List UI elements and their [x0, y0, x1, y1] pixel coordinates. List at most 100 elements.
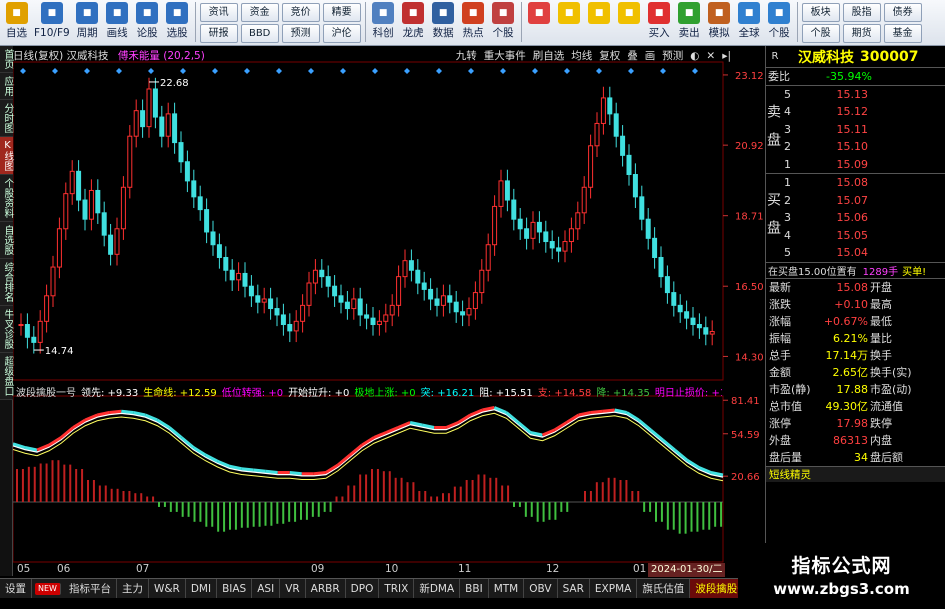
book-row[interactable]: 2 15.10	[766, 138, 945, 156]
book-row[interactable]: 4 15.12	[766, 103, 945, 121]
left-tab[interactable]: K线图	[0, 137, 13, 175]
toolbar-button-data[interactable]: ■ 数据	[429, 2, 458, 44]
toolbar-button-stock[interactable]: ■ 个股	[765, 2, 794, 44]
book-row[interactable]: 1 15.09	[766, 156, 945, 174]
chart-tool-button[interactable]: ✕	[706, 50, 715, 62]
book-row[interactable]: 1 15.08	[766, 174, 945, 192]
short-line-spirit-tab[interactable]: 短线精灵	[766, 465, 945, 482]
left-tab[interactable]: 个股资料	[0, 175, 13, 222]
toolbar-button-select[interactable]: ■ 选股	[163, 2, 192, 44]
indicator-tab[interactable]: SAR	[558, 579, 590, 598]
left-tab[interactable]: 自选股	[0, 222, 13, 259]
book-row[interactable]: 5 15.04	[766, 244, 945, 262]
candle-body	[684, 311, 690, 319]
chart-tool-button[interactable]: 画	[645, 50, 656, 62]
left-tab[interactable]: 应用	[0, 73, 13, 100]
toolbar-small-button[interactable]: 研报	[199, 24, 238, 43]
book-row[interactable]: 5 15.13	[766, 86, 945, 104]
indicator-tab[interactable]: 新DMA	[414, 579, 461, 598]
indicator-tab[interactable]: 设置	[0, 579, 32, 598]
trend-segment	[673, 448, 688, 462]
indicator-tab[interactable]: 主力	[117, 579, 149, 598]
book-row[interactable]: 3 15.06	[766, 209, 945, 227]
chart-area[interactable]: 23.12 20.92 18.71 16.50 14.30 22.68 14.74 81.41…	[13, 46, 765, 566]
indicator-value: 突: +16.21	[420, 388, 475, 399]
candle-body	[82, 199, 88, 220]
chart-tool-button[interactable]: 重大事件	[484, 50, 526, 62]
toolbar-button-globe[interactable]: ■ 全球	[735, 2, 764, 44]
book-row[interactable]: 4 15.05	[766, 227, 945, 245]
chart-tool-button[interactable]: 刷自选	[533, 50, 565, 62]
toolbar-button-buy[interactable]: ■ 买入	[645, 2, 674, 44]
r-badge[interactable]: R	[766, 51, 784, 62]
kline-chart[interactable]: 23.12 20.92 18.71 16.50 14.30 22.68 14.74 81.41…	[13, 46, 765, 563]
toolbar-button-kechuang[interactable]: ■ 科创	[369, 2, 398, 44]
toolbar-small-button[interactable]: 预测	[281, 24, 320, 43]
toolbar-small-button[interactable]: 期货	[842, 24, 881, 43]
candle-body	[652, 237, 658, 258]
indicator-tab[interactable]: OBV	[524, 579, 558, 598]
toolbar-button-star[interactable]: ■ 自选	[2, 2, 31, 44]
toolbar-small-button[interactable]: 基金	[883, 24, 922, 43]
toolbar-small-button[interactable]: 债券	[883, 3, 922, 22]
book-row[interactable]: 3 15.11	[766, 121, 945, 139]
chart-tool-button[interactable]: ▸|	[722, 50, 731, 62]
toolbar-small-button[interactable]: 股指	[842, 3, 881, 22]
chart-tool-button[interactable]: ◐	[690, 50, 699, 62]
left-tab[interactable]: 综合排名	[0, 259, 13, 306]
toolbar-button-hammer[interactable]: ■ 模拟	[705, 2, 734, 44]
chart-tool-button[interactable]: 九转	[456, 50, 477, 62]
indicator-tab[interactable]: ARBR	[306, 579, 346, 598]
chart-tool-button[interactable]: 预测	[662, 50, 683, 62]
indicator-tab[interactable]: VR	[280, 579, 306, 598]
indicator-tab[interactable]: MTM	[489, 579, 525, 598]
left-tab[interactable]: 牛叉诊股	[0, 306, 13, 353]
indicator-tab[interactable]: EXPMA	[590, 579, 638, 598]
chart-tool-button[interactable]: 叠	[627, 50, 638, 62]
indicator-tab[interactable]: ASI	[252, 579, 281, 598]
indicator-tab[interactable]: TRIX	[379, 579, 415, 598]
indicator-tab[interactable]: BBI	[460, 579, 489, 598]
indicator-tab[interactable]: W&R	[149, 579, 186, 598]
chart-tool-button[interactable]: 均线	[571, 50, 592, 62]
order-message[interactable]: 在买盘15.00位置有 1289手 买单!	[766, 263, 945, 279]
toolbar-button-sell[interactable]: ■ 卖出	[675, 2, 704, 44]
toolbar-button-cycle[interactable]: ■ 周期	[73, 2, 102, 44]
toolbar-button-f10[interactable]: ■ F10/F9	[32, 2, 72, 44]
left-tab[interactable]: 首页	[0, 46, 13, 73]
left-tab[interactable]: 超级盘口	[0, 353, 13, 400]
candle-body	[108, 234, 114, 255]
toolbar-small-button[interactable]: 沪伦	[322, 24, 361, 43]
toolbar-button-arrow-up[interactable]: ■	[585, 2, 614, 44]
toolbar-button-label: 数据	[432, 27, 454, 39]
indicator-tab[interactable]: 指标平台	[64, 579, 117, 598]
book-row[interactable]: 2 15.07	[766, 192, 945, 210]
toolbar-button-dragon[interactable]: ■ 龙虎	[399, 2, 428, 44]
toolbar-button-discuss[interactable]: ■ 论股	[133, 2, 162, 44]
toolbar-button-hot[interactable]: ■ 热点	[459, 2, 488, 44]
indicator-value: 明日止损价: +15.15	[654, 388, 722, 399]
left-tab[interactable]: 分时图	[0, 100, 13, 137]
indicator-tab[interactable]: 旗氏估值	[637, 579, 691, 598]
chart-tool-button[interactable]: 复权	[599, 50, 620, 62]
toolbar-small-button[interactable]: BBD	[240, 24, 279, 43]
toolbar-small-button[interactable]: 个股	[801, 24, 840, 43]
indicator-tab[interactable]: DMI	[186, 579, 218, 598]
toolbar-small-button[interactable]: 竞价	[281, 3, 320, 22]
toolbar-button-stock[interactable]: ■ 个股	[489, 2, 518, 44]
toolbar-small-button[interactable]: 板块	[801, 3, 840, 22]
main-indicator-name[interactable]: 傅禾能量	[118, 50, 160, 62]
toolbar-small-button[interactable]: 资金	[240, 3, 279, 22]
toolbar-button-arrow-down[interactable]: ■	[615, 2, 644, 44]
candle-body	[216, 244, 222, 258]
toolbar-button-pen[interactable]: ■ 画线	[103, 2, 132, 44]
indicator-tab[interactable]: BIAS	[217, 579, 253, 598]
toolbar-small-button[interactable]: 精要	[322, 3, 361, 22]
pen-icon: ■	[106, 2, 129, 24]
quote-label-2: 盘后额	[870, 451, 903, 464]
toolbar-small-button[interactable]: 资讯	[199, 3, 238, 22]
indicator-tab[interactable]: DPO	[346, 579, 380, 598]
toolbar-button-grid[interactable]: ■	[525, 2, 554, 44]
toolbar-button-arrow-left[interactable]: ■	[555, 2, 584, 44]
quote-value: 17.88	[836, 382, 869, 396]
